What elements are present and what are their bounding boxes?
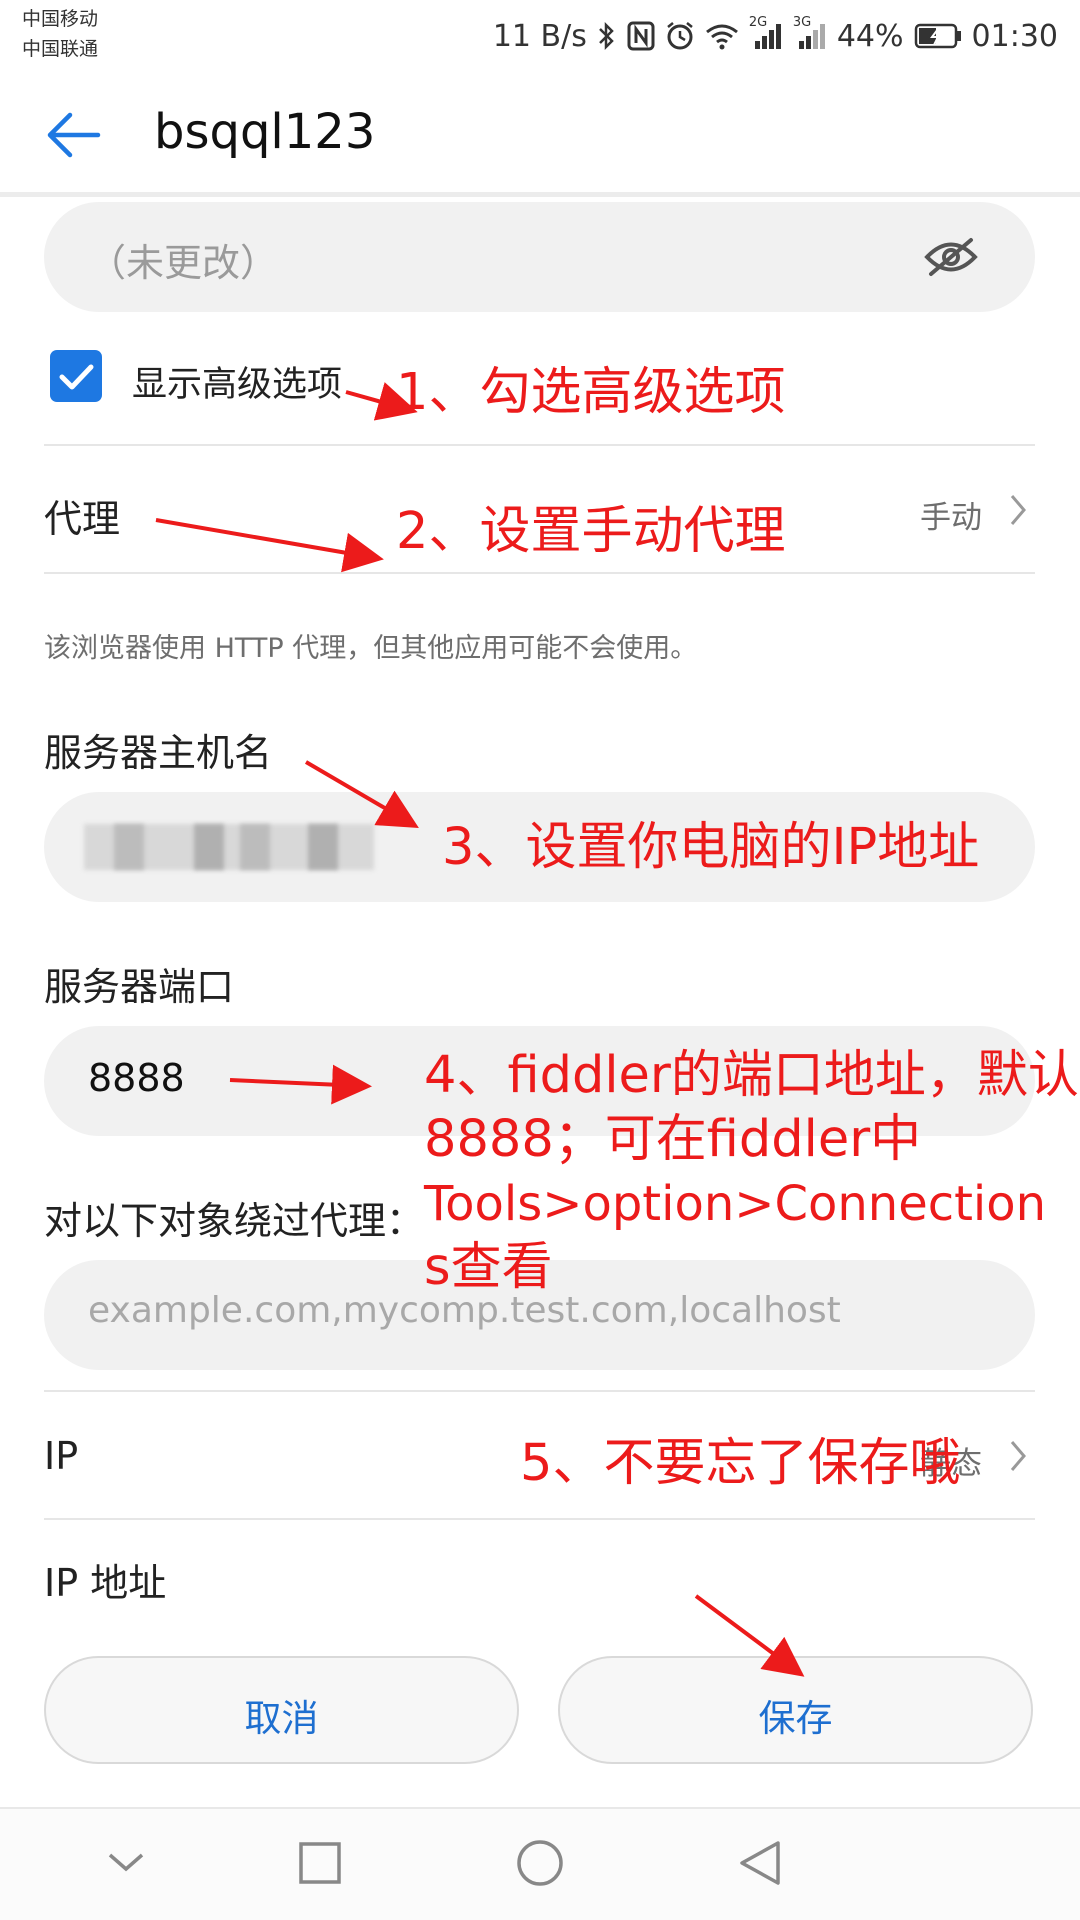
carrier-1: 中国移动 <box>22 8 99 30</box>
port-label: 服务器端口 <box>44 965 235 1009</box>
alarm-icon <box>665 21 695 51</box>
battery-icon <box>914 23 962 49</box>
annotation-4: 4、fiddler的端口地址，默认 8888；可在fiddler中 Tools>… <box>424 1044 1079 1300</box>
annotation-5: 5、不要忘了保存哦 <box>520 1434 961 1493</box>
advanced-options-label: 显示高级选项 <box>132 365 343 405</box>
cancel-label: 取消 <box>244 1697 319 1740</box>
bypass-label: 对以下对象绕过代理： <box>44 1199 425 1243</box>
annotation-4-line3: Tools>option>Connection <box>424 1176 1047 1232</box>
blurred-block <box>308 824 338 870</box>
signal-2g-label: 2G <box>748 15 768 30</box>
proxy-hint: 该浏览器使用 HTTP 代理，但其他应用可能不会使用。 <box>44 633 698 664</box>
port-value: 8888 <box>88 1056 185 1100</box>
divider <box>44 1518 1035 1520</box>
visibility-off-icon[interactable] <box>923 234 979 284</box>
wifi-icon <box>705 22 739 50</box>
status-icons: 11 B/s 2G 3G 44% 01:30 <box>492 15 1058 56</box>
nav-home-icon[interactable] <box>516 1839 564 1891</box>
blurred-block <box>194 824 224 870</box>
net-speed: 11 B/s <box>492 18 587 54</box>
cancel-button[interactable]: 取消 <box>44 1656 519 1764</box>
save-button[interactable]: 保存 <box>558 1656 1033 1764</box>
password-placeholder: （未更改） <box>88 241 279 285</box>
clock: 01:30 <box>971 18 1058 54</box>
nav-hide-icon[interactable] <box>106 1847 146 1881</box>
navigation-bar <box>0 1809 1080 1920</box>
checkmark-icon <box>59 364 94 390</box>
nav-recents-icon[interactable] <box>298 1841 342 1889</box>
blurred-block <box>114 824 144 870</box>
carrier-2: 中国联通 <box>22 38 99 60</box>
blurred-block <box>240 824 270 870</box>
chevron-right-icon <box>1008 1438 1028 1478</box>
bluetooth-icon <box>597 20 617 52</box>
proxy-value: 手动 <box>920 500 982 536</box>
advanced-options-checkbox[interactable] <box>50 350 102 402</box>
annotation-1: 1、勾选高级选项 <box>396 363 786 422</box>
signal-2g-icon: 2G <box>749 15 783 51</box>
app-bar-divider <box>0 192 1080 197</box>
annotation-3: 3、设置你电脑的IP地址 <box>442 818 980 877</box>
annotation-2: 2、设置手动代理 <box>396 502 786 561</box>
annotation-4-line4: s查看 <box>424 1238 553 1297</box>
ip-label: IP <box>44 1434 79 1478</box>
signal-3g-label: 3G <box>792 15 812 30</box>
app-bar: bsqql123 <box>0 70 1080 192</box>
back-arrow-icon <box>47 112 101 158</box>
ip-address-label: IP 地址 <box>44 1561 167 1605</box>
nfc-icon <box>627 21 655 51</box>
annotation-4-line2: 8888；可在fiddler中 <box>424 1110 922 1169</box>
signal-3g-icon: 3G <box>793 15 827 51</box>
divider <box>44 572 1035 574</box>
annotation-4-line1: 4、fiddler的端口地址，默认 <box>424 1046 1079 1105</box>
battery-percent: 44% <box>836 18 904 54</box>
chevron-right-icon <box>1008 492 1028 532</box>
hostname-label: 服务器主机名 <box>44 731 273 775</box>
proxy-label: 代理 <box>44 497 121 541</box>
nav-back-icon[interactable] <box>738 1839 782 1891</box>
password-field[interactable]: （未更改） <box>44 202 1035 312</box>
page-title: bsqql123 <box>154 104 376 160</box>
save-label: 保存 <box>758 1697 833 1740</box>
back-button[interactable] <box>42 102 108 168</box>
